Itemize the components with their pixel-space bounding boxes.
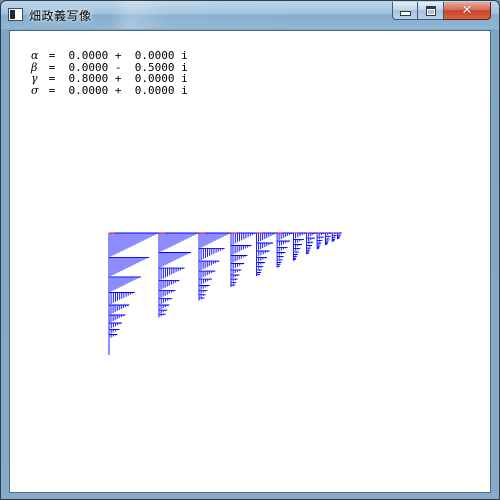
maximize-icon [425,5,436,16]
close-icon: ✕ [461,3,473,18]
minimize-button[interactable] [392,2,418,20]
minimize-icon [399,11,411,16]
canvas-area: α = 0.0000 + 0.0000 i β = 0.0000 - 0.500… [9,30,491,493]
fractal-strokes [108,232,342,355]
fractal-image [108,232,342,355]
maximize-button[interactable] [418,2,444,20]
app-icon[interactable] [8,8,23,21]
app-window: 畑政義写像 ✕ α = 0.0000 + 0.0000 i β = 0.0000… [0,0,500,500]
close-button[interactable]: ✕ [444,2,491,20]
window-title: 畑政義写像 [29,9,92,23]
title-bar[interactable]: 畑政義写像 ✕ [1,1,499,29]
fractal-pattern [108,232,342,355]
